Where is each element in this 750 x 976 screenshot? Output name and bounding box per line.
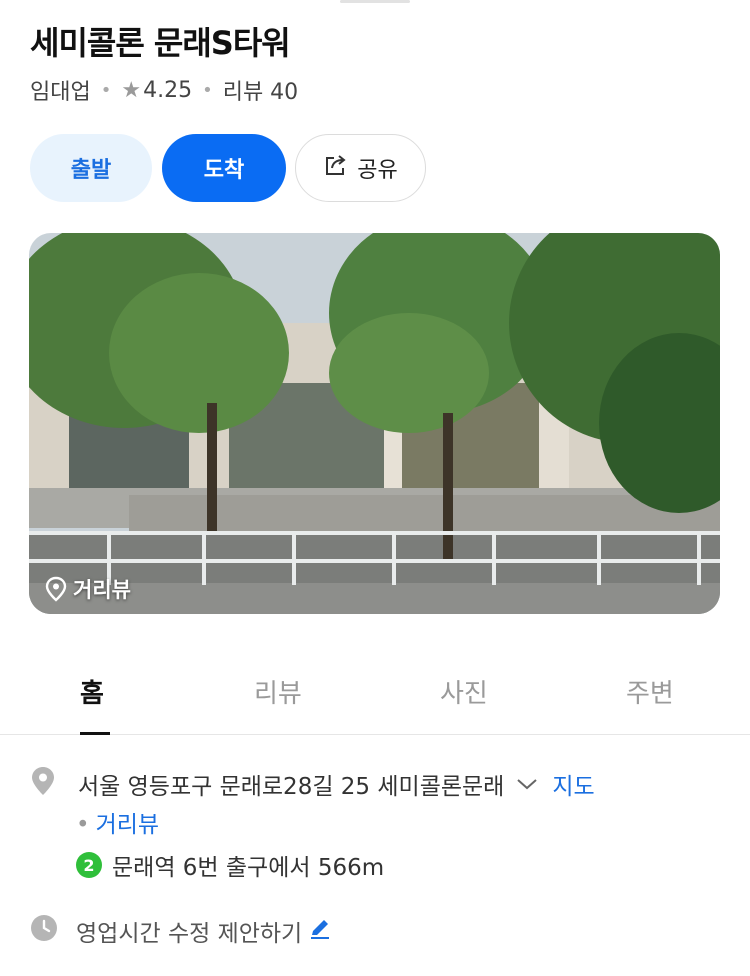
star-icon: ★ (121, 77, 142, 103)
place-title: 세미콜론 문래S타워 (30, 24, 291, 62)
share-label: 공유 (357, 158, 398, 183)
hours-suggest-text: 영업시간 수정 제안하기 (76, 921, 303, 947)
arrive-button[interactable]: 도착 (162, 134, 286, 202)
share-button[interactable]: 공유 (295, 134, 426, 202)
hours-row[interactable]: 영업시간 수정 제안하기 (30, 914, 332, 948)
address-text: 서울 영등포구 문래로28길 25 세미콜론문래 (78, 774, 505, 800)
map-link[interactable]: 지도 (552, 767, 594, 801)
active-tab-indicator (80, 732, 110, 735)
subway-row: 2 문래역 6번 출구에서 566m (30, 848, 384, 882)
location-pin-icon (45, 576, 67, 602)
tab-photos[interactable]: 사진 (440, 673, 488, 710)
tab-reviews[interactable]: 리뷰 (254, 673, 302, 710)
chevron-down-icon[interactable] (516, 771, 538, 797)
bullet-dot: • (76, 812, 90, 838)
subway-distance-text: 문래역 6번 출구에서 566m (112, 855, 385, 881)
streetview-badge[interactable]: 거리뷰 (45, 574, 131, 604)
share-icon (323, 153, 349, 183)
tab-home[interactable]: 홈 (80, 673, 104, 710)
review-count-link[interactable]: 리뷰 40 (223, 74, 298, 106)
streetview-link-label: 거리뷰 (95, 812, 160, 838)
separator-dot: • (100, 79, 112, 101)
streetview-link[interactable]: • 거리뷰 (76, 805, 159, 839)
tab-bar: 홈 리뷰 사진 주변 (0, 655, 750, 735)
place-category: 임대업 (30, 80, 91, 105)
subway-line-badge: 2 (76, 852, 102, 878)
streetview-label: 거리뷰 (73, 578, 131, 602)
tab-nearby[interactable]: 주변 (626, 673, 674, 710)
place-meta-row: 임대업 • ★ 4.25 • 리뷰 40 (30, 74, 298, 106)
street-photo[interactable]: 거리뷰 (29, 233, 720, 614)
pencil-icon (308, 916, 332, 946)
separator-dot: • (202, 79, 213, 101)
address-row: 서울 영등포구 문래로28길 25 세미콜론문래 지도 (30, 766, 595, 802)
location-pin-icon (30, 766, 56, 802)
depart-button[interactable]: 출발 (30, 134, 152, 202)
rating-value: 4.25 (143, 77, 193, 103)
clock-icon (30, 914, 58, 948)
sheet-drag-handle[interactable] (340, 0, 410, 3)
